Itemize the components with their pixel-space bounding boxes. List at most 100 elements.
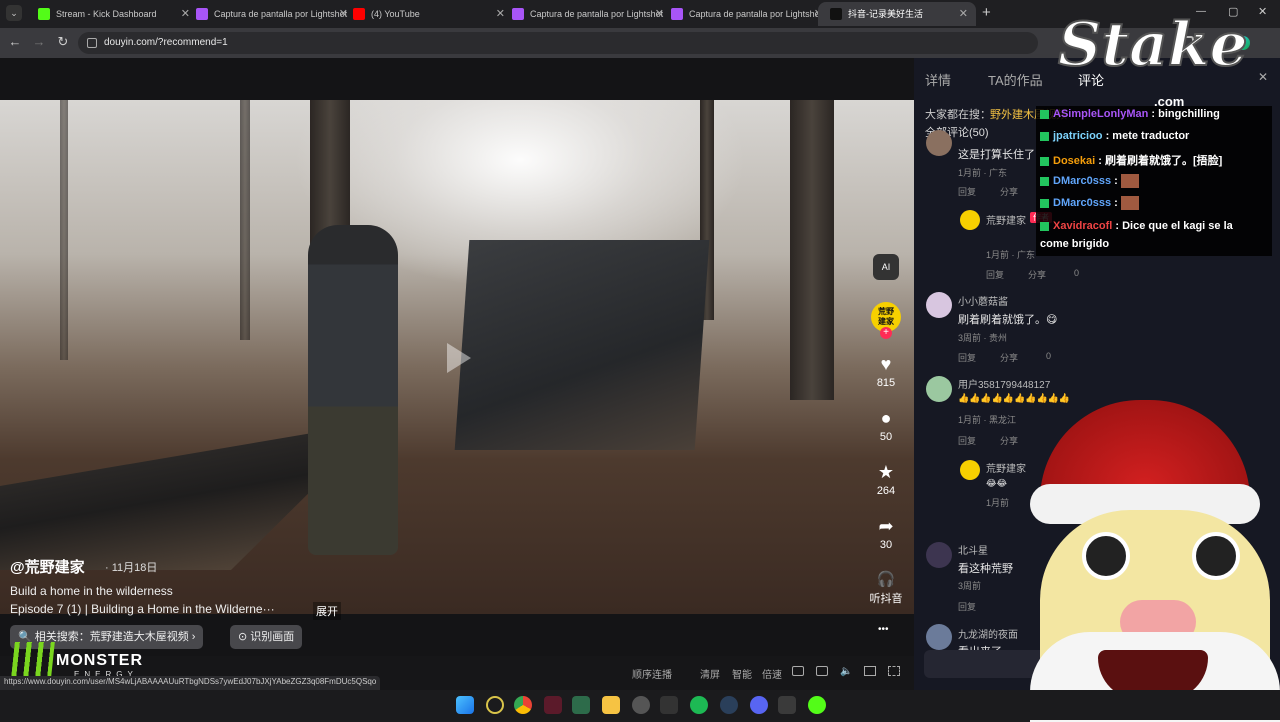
emote-icon — [1120, 174, 1139, 188]
avatar[interactable] — [926, 376, 952, 402]
speed-button[interactable]: 倍速 — [762, 666, 782, 681]
volume-icon[interactable]: 🔈 — [840, 666, 852, 677]
fullscreen-icon[interactable] — [888, 666, 900, 676]
avatar[interactable] — [960, 210, 980, 230]
tree-trunk — [790, 100, 834, 400]
chat-username: Dosekai — [1053, 155, 1096, 167]
tab-title: Stream - Kick Dashboard — [56, 9, 157, 19]
kick-icon[interactable] — [808, 696, 826, 714]
wooden-shed — [454, 240, 710, 450]
tab-lightshot-3[interactable]: Captura de pantalla por Lightshot ✕ — [659, 2, 831, 26]
discord-icon[interactable] — [750, 696, 768, 714]
monster-wordmark: MONSTER — [56, 652, 143, 669]
miniplayer-icon[interactable] — [816, 666, 828, 676]
tab-lightshot-2[interactable]: Captura de pantalla por Lightshot ✕ — [500, 2, 672, 26]
share-comment-button[interactable]: 分享 — [1000, 185, 1018, 198]
smart-quality-button[interactable]: 智能 — [732, 666, 752, 681]
spotify-icon[interactable] — [690, 696, 708, 714]
video-author[interactable]: @荒野建家 — [10, 556, 85, 577]
author-avatar-button[interactable]: 荒野 建家 + — [868, 302, 904, 339]
favorite-button[interactable]: ★ 264 — [868, 462, 904, 497]
share-comment-button[interactable]: 分享 — [1028, 268, 1046, 281]
tab-author-works[interactable]: TA的作品 — [988, 70, 1043, 89]
autoplay-toggle[interactable]: 顺序连播 — [632, 666, 672, 681]
app-icon[interactable] — [572, 696, 590, 714]
share-comment-button[interactable]: 分享 — [1000, 351, 1018, 364]
avatar[interactable] — [960, 460, 980, 480]
new-tab-button[interactable]: + — [982, 4, 991, 21]
video-player[interactable]: @荒野建家 · 11月18日 Build a home in the wilde… — [0, 58, 914, 690]
tab-search-chevron-icon[interactable]: ⌄ — [6, 5, 22, 21]
douyin-favicon-icon — [830, 8, 842, 20]
reply-button[interactable]: 回复 — [958, 185, 976, 198]
stake-logo-text: Stake — [1057, 9, 1249, 81]
obs-icon[interactable] — [632, 696, 650, 714]
expand-description-button[interactable]: 展开 — [313, 602, 341, 620]
reply-button[interactable]: 回复 — [986, 268, 1004, 281]
windows-start-icon[interactable] — [456, 696, 474, 714]
video-description-line1: Build a home in the wilderness — [10, 584, 173, 598]
lightshot-favicon-icon — [512, 8, 524, 20]
pip-icon[interactable] — [792, 666, 804, 676]
tab-kick-dashboard[interactable]: Stream - Kick Dashboard ✕ — [26, 2, 198, 26]
tab-youtube[interactable]: (4) YouTube ✕ — [341, 2, 513, 26]
like-count[interactable]: 0 — [1074, 268, 1079, 278]
chrome-icon[interactable] — [514, 696, 532, 714]
reply-button[interactable]: 回复 — [958, 351, 976, 364]
chat-username: DMarc0sss — [1053, 174, 1112, 187]
avatar[interactable] — [926, 624, 952, 650]
app-icon[interactable] — [778, 696, 796, 714]
tab-details[interactable]: 详情 — [925, 70, 951, 89]
like-count[interactable]: 0 — [1046, 351, 1051, 361]
webfullscreen-icon[interactable] — [864, 666, 876, 676]
comment-button[interactable]: ● 50 — [868, 408, 904, 443]
comment-author[interactable]: 用户3581799448127 — [958, 376, 1050, 391]
ai-icon: AI — [873, 254, 899, 280]
chat-text-wrap: come brigido — [1040, 238, 1110, 250]
site-info-icon[interactable] — [87, 38, 97, 48]
streamer-mascot — [1000, 400, 1280, 722]
steam-icon[interactable] — [720, 696, 738, 714]
app-icon[interactable] — [544, 696, 562, 714]
kick-badge-icon — [1040, 131, 1049, 141]
tab-title: Captura de pantalla por Lightshot — [689, 9, 823, 19]
chat-text: mete traductor — [1112, 130, 1190, 142]
comment-author[interactable]: 荒野建家 — [986, 212, 1026, 227]
clear-screen-toggle[interactable]: 清屏 — [700, 666, 720, 681]
comment-count: 50 — [879, 431, 893, 443]
tab-douyin[interactable]: 抖音-记录美好生活 ✕ — [818, 2, 976, 26]
forward-icon[interactable]: → — [30, 34, 48, 49]
heart-icon: ♥ — [880, 354, 892, 374]
stream-chat-overlay: ASimpleLonlyMan : bingchilling jpatricio… — [1036, 106, 1272, 256]
avatar[interactable] — [926, 130, 952, 156]
reply-button[interactable]: 回复 — [958, 434, 976, 447]
comment-author[interactable]: 北斗星 — [958, 542, 988, 557]
app-icon[interactable] — [486, 696, 504, 714]
follow-plus-icon[interactable]: + — [880, 327, 892, 339]
share-button[interactable]: ➦ 30 — [868, 516, 904, 551]
youtube-favicon-icon — [353, 8, 365, 20]
listen-button[interactable]: 🎧 听抖音 — [864, 570, 908, 606]
avatar[interactable] — [926, 542, 952, 568]
reply-button[interactable]: 回复 — [958, 600, 976, 613]
close-tab-icon[interactable]: ✕ — [959, 2, 968, 26]
comment-author[interactable]: 小小蘑菇酱 — [958, 293, 1008, 308]
chat-message: jpatricioo : mete traductor — [1040, 130, 1189, 142]
identify-frame-pill[interactable]: ⊙ 识别画面 — [230, 625, 303, 649]
kick-badge-icon — [1040, 109, 1049, 119]
tab-lightshot-1[interactable]: Captura de pantalla por Lightshot ✕ — [184, 2, 356, 26]
ai-button[interactable]: AI — [868, 254, 904, 280]
app-icon[interactable] — [660, 696, 678, 714]
chat-username: jpatricioo — [1053, 130, 1103, 142]
chat-message: Dosekai : 刷着刷着就饿了。[捂脸] — [1040, 152, 1222, 168]
avatar[interactable] — [926, 292, 952, 318]
share-count: 30 — [879, 539, 893, 551]
more-icon[interactable]: ••• — [878, 624, 889, 635]
back-icon[interactable]: ← — [6, 34, 24, 49]
like-button[interactable]: ♥ 815 — [868, 354, 904, 389]
reload-icon[interactable]: ↻ — [54, 34, 72, 50]
url-input[interactable]: douyin.com/?recommend=1 — [78, 32, 1038, 54]
cat-eye-right — [1192, 532, 1240, 580]
file-explorer-icon[interactable] — [602, 696, 620, 714]
play-icon[interactable] — [447, 343, 471, 373]
